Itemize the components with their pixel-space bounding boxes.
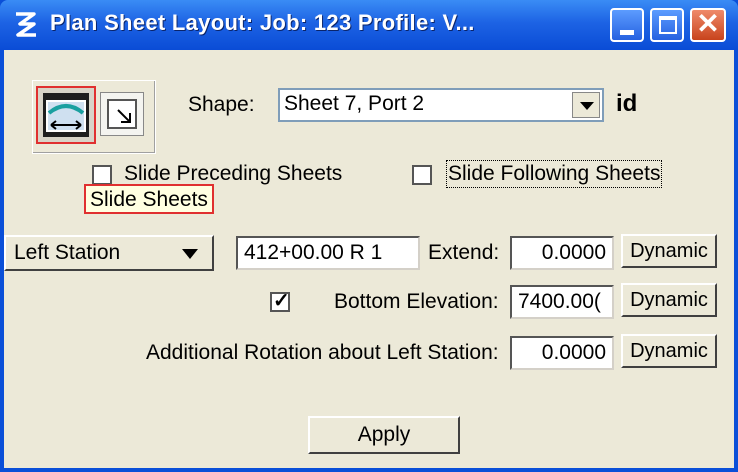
dropdown-arrow-icon <box>182 249 198 259</box>
slide-sheets-icon <box>43 93 89 137</box>
window-title: Plan Sheet Layout: Job: 123 Profile: V..… <box>50 10 475 35</box>
title-bar[interactable]: Plan Sheet Layout: Job: 123 Profile: V..… <box>0 0 738 50</box>
tooltip: Slide Sheets <box>84 184 214 214</box>
station-input[interactable]: 412+00.00 R 1 <box>236 236 420 270</box>
shape-dropdown-button[interactable] <box>572 92 600 118</box>
check-icon: ✓ <box>273 290 290 312</box>
rotation-dynamic-button[interactable]: Dynamic <box>621 334 717 368</box>
extend-input[interactable]: 0.0000 <box>510 236 614 270</box>
rotation-label: Additional Rotation about Left Station: <box>146 341 499 364</box>
bottom-elevation-input[interactable]: 7400.00( <box>510 285 614 319</box>
slide-sheets-tool-button[interactable] <box>36 86 96 144</box>
id-button[interactable]: id <box>616 90 637 118</box>
slide-following-checkbox[interactable] <box>412 165 432 185</box>
maximize-button[interactable] <box>650 8 684 42</box>
apply-button[interactable]: Apply <box>308 416 460 454</box>
chevron-down-icon <box>580 102 594 110</box>
maximize-icon <box>659 16 677 34</box>
plan-sheet-layout-window: Plan Sheet Layout: Job: 123 Profile: V..… <box>0 0 738 472</box>
slide-following-label: Slide Following Sheets <box>445 160 663 188</box>
close-button[interactable]: ✕ <box>690 8 726 42</box>
slide-preceding-checkbox[interactable] <box>92 165 112 185</box>
extend-label: Extend: <box>428 241 500 264</box>
shape-value: Sheet 7, Port 2 <box>284 92 425 115</box>
bottom-elevation-checkbox[interactable]: ✓ <box>270 290 290 312</box>
minimize-icon <box>620 30 634 35</box>
station-dropdown[interactable]: Left Station <box>4 235 214 271</box>
elevation-dynamic-button[interactable]: Dynamic <box>621 283 717 317</box>
bottom-elevation-label: Bottom Elevation: <box>334 290 499 313</box>
app-logo-icon <box>16 12 36 37</box>
station-dropdown-value: Left Station <box>14 241 121 264</box>
dialog-body: Shape: Sheet 7, Port 2 id Slide Precedin… <box>4 50 734 468</box>
shape-label: Shape: <box>188 93 255 116</box>
close-icon: ✕ <box>696 8 720 39</box>
place-sheet-icon <box>107 99 137 129</box>
rotation-input[interactable]: 0.0000 <box>510 336 614 370</box>
minimize-button[interactable] <box>610 8 644 42</box>
extend-dynamic-button[interactable]: Dynamic <box>621 234 717 268</box>
place-sheet-tool-button[interactable] <box>100 92 144 136</box>
shape-select[interactable]: Sheet 7, Port 2 <box>278 88 604 122</box>
slide-preceding-label: Slide Preceding Sheets <box>124 162 343 185</box>
